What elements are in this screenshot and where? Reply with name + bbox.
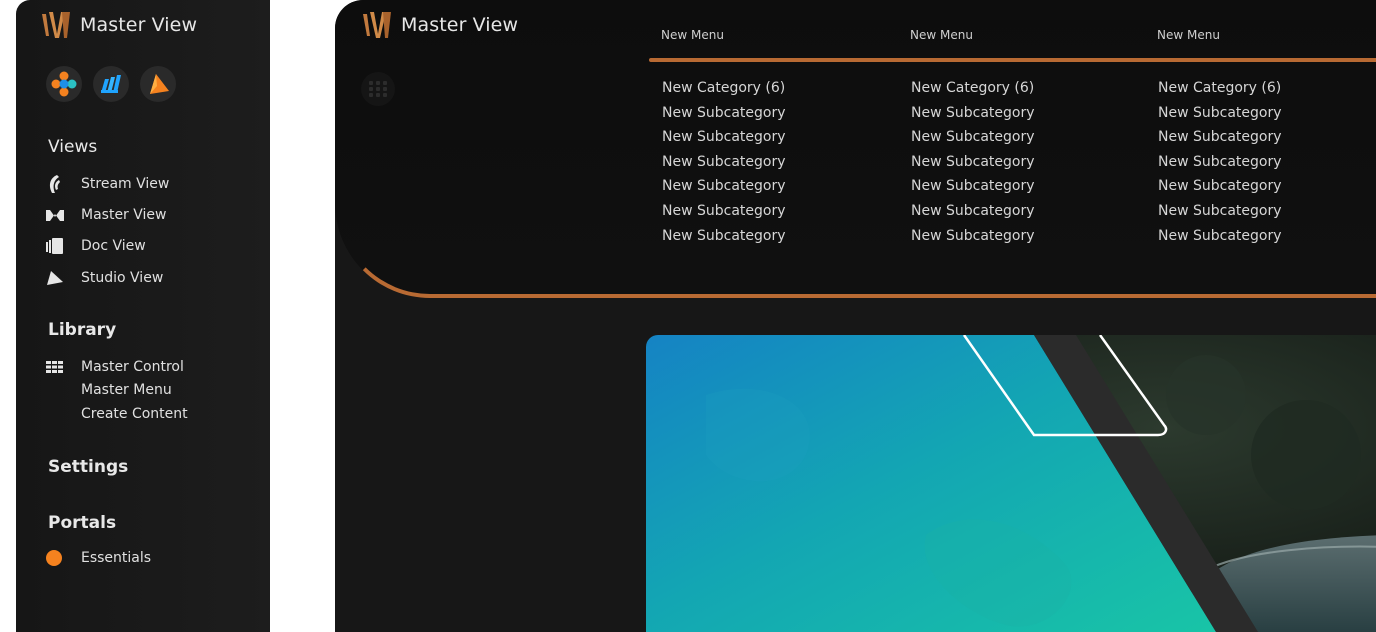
nav-master-menu[interactable]: Master Menu — [81, 382, 172, 398]
orange-play-app-button[interactable] — [140, 66, 176, 102]
nav-stream-view[interactable]: Stream View — [46, 174, 169, 194]
studio-view-icon — [46, 268, 68, 288]
library-title: Library — [48, 320, 117, 340]
subcategory-link[interactable]: New Subcategory — [662, 103, 786, 128]
portals-title: Portals — [48, 513, 117, 533]
brand-name: Master View — [401, 14, 519, 36]
nav-master-view[interactable]: Master View — [46, 205, 166, 225]
nav-doc-view[interactable]: Doc View — [46, 236, 146, 256]
subcategory-link[interactable]: New Subcategory — [1158, 176, 1282, 201]
category-link[interactable]: New Category (6) — [662, 78, 786, 103]
nav-label: Master Control — [81, 359, 184, 375]
subcategory-link[interactable]: New Subcategory — [1158, 226, 1282, 251]
subcategory-link[interactable]: New Subcategory — [911, 226, 1035, 251]
portal-label: Essentials — [81, 550, 152, 566]
menu-column-3: New Category (6) New Subcategory New Sub… — [1158, 78, 1282, 250]
sidebar-brand[interactable]: Master View — [40, 10, 197, 40]
doc-view-icon — [46, 236, 68, 256]
sidebar: Master View Views Stream View Master Vie… — [16, 0, 270, 632]
apps-grid-button[interactable] — [361, 72, 395, 106]
top-menu-3[interactable]: New Menu — [1157, 28, 1220, 42]
subcategory-link[interactable]: New Subcategory — [1158, 127, 1282, 152]
subcategory-link[interactable]: New Subcategory — [1158, 103, 1282, 128]
subcategory-link[interactable]: New Subcategory — [911, 201, 1035, 226]
globe-app-icon — [51, 71, 77, 97]
stream-view-icon — [46, 174, 68, 194]
views-title: Views — [48, 137, 98, 157]
subcategory-link[interactable]: New Subcategory — [911, 127, 1035, 152]
subcategory-link[interactable]: New Subcategory — [662, 226, 786, 251]
subcategory-link[interactable]: New Subcategory — [662, 176, 786, 201]
subcategory-link[interactable]: New Subcategory — [662, 127, 786, 152]
blue-bars-app-icon — [101, 75, 121, 93]
subcategory-link[interactable]: New Subcategory — [662, 152, 786, 177]
nav-label: Master View — [81, 207, 167, 223]
logo-icon — [363, 12, 391, 38]
menu-column-1: New Category (6) New Subcategory New Sub… — [662, 78, 786, 250]
nav-create-content[interactable]: Create Content — [81, 406, 188, 422]
category-link[interactable]: New Category (6) — [911, 78, 1035, 103]
subcategory-link[interactable]: New Subcategory — [911, 176, 1035, 201]
main-window: Master View New Menu New Menu New Menu N… — [335, 0, 1376, 632]
hero-banner-image — [646, 335, 1376, 632]
globe-app-button[interactable] — [46, 66, 82, 102]
nav-label: Stream View — [81, 176, 170, 192]
master-view-icon — [46, 205, 68, 225]
nav-studio-view[interactable]: Studio View — [46, 268, 163, 288]
portal-essentials[interactable]: Essentials — [46, 548, 151, 568]
nav-label: Studio View — [81, 270, 164, 286]
app-switcher — [46, 66, 176, 102]
subcategory-link[interactable]: New Subcategory — [911, 152, 1035, 177]
subcategory-link[interactable]: New Subcategory — [1158, 201, 1282, 226]
hero-illustration — [646, 335, 1376, 632]
category-link[interactable]: New Category (6) — [1158, 78, 1282, 103]
logo-icon — [42, 12, 70, 38]
top-menu-2[interactable]: New Menu — [910, 28, 973, 42]
nav-master-control[interactable]: Master Control — [46, 357, 184, 377]
main-brand[interactable]: Master View — [361, 10, 518, 40]
top-menu-1[interactable]: New Menu — [661, 28, 724, 42]
apps-grid-icon — [369, 81, 387, 97]
brand-name: Master View — [80, 14, 198, 36]
nav-label: Doc View — [81, 238, 146, 254]
subcategory-link[interactable]: New Subcategory — [1158, 152, 1282, 177]
grid-icon — [46, 357, 68, 377]
orange-play-app-icon — [150, 74, 169, 94]
blue-bars-app-button[interactable] — [93, 66, 129, 102]
subcategory-link[interactable]: New Subcategory — [662, 201, 786, 226]
active-menu-underline — [649, 58, 1376, 62]
portal-dot-icon — [46, 548, 68, 568]
settings-link[interactable]: Settings — [48, 457, 128, 477]
subcategory-link[interactable]: New Subcategory — [911, 103, 1035, 128]
menu-column-2: New Category (6) New Subcategory New Sub… — [911, 78, 1035, 250]
